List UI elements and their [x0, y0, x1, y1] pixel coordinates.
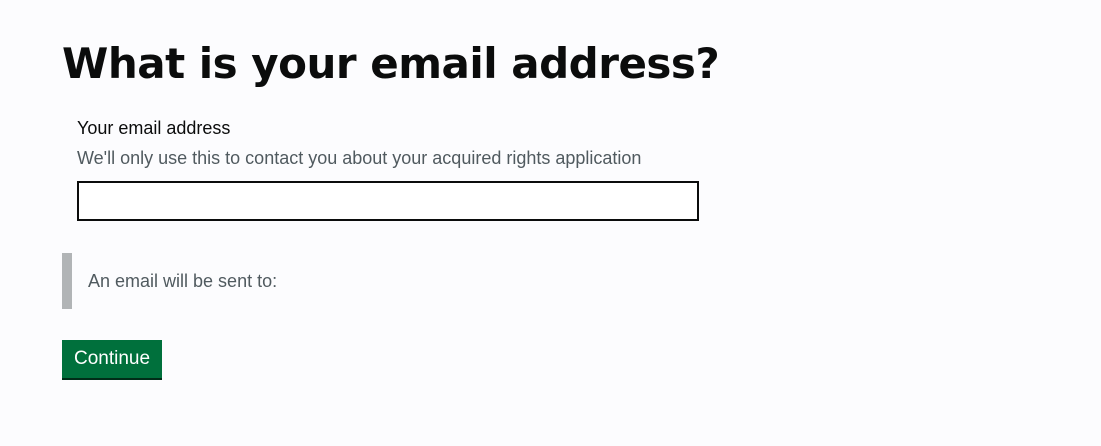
inset-text-panel: An email will be sent to: [62, 253, 702, 309]
email-hint: We'll only use this to contact you about… [77, 148, 642, 168]
continue-button[interactable]: Continue [62, 340, 163, 378]
page-title: What is your email address? [62, 39, 720, 88]
page: What is your email address? Your email a… [0, 0, 1101, 446]
email-label: Your email address [77, 118, 231, 138]
email-form-group: Your email address We'll only use this t… [77, 116, 717, 221]
inset-text: An email will be sent to: [88, 271, 278, 291]
email-field[interactable] [77, 181, 699, 221]
